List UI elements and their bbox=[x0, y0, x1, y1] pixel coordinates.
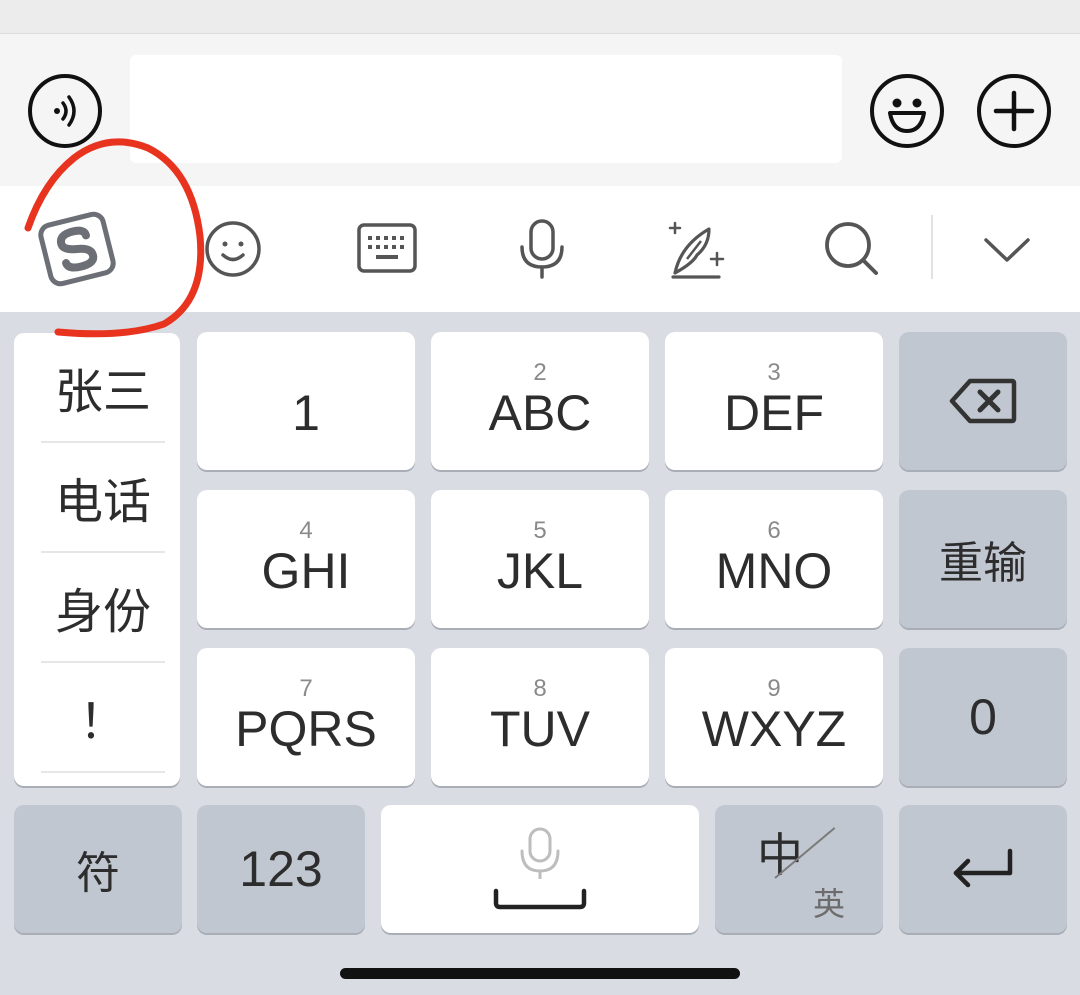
home-indicator[interactable] bbox=[340, 968, 740, 979]
numbers-key[interactable]: 123 bbox=[197, 805, 365, 933]
voice-typing-button[interactable] bbox=[492, 186, 592, 312]
key-letters: ABC bbox=[488, 385, 592, 441]
key-number: 3 bbox=[767, 359, 781, 386]
message-text-field[interactable] bbox=[130, 55, 842, 163]
collapse-keyboard-button[interactable] bbox=[957, 186, 1057, 312]
key-number: 4 bbox=[299, 517, 313, 544]
key-letters: WXYZ bbox=[701, 701, 847, 757]
key-5-jkl[interactable]: 5 JKL bbox=[431, 490, 649, 628]
space-key[interactable] bbox=[381, 805, 699, 933]
language-english-label: 英 bbox=[813, 885, 846, 923]
symbols-label: 符 bbox=[76, 848, 120, 899]
key-number: 5 bbox=[533, 517, 547, 544]
key-4-ghi[interactable]: 4 GHI bbox=[197, 490, 415, 628]
key-letters: DEF bbox=[724, 385, 824, 441]
handwriting-button[interactable] bbox=[647, 186, 747, 312]
key-letters: MNO bbox=[715, 543, 833, 599]
return-arrow-icon bbox=[953, 848, 1013, 888]
key-letters: 1 bbox=[292, 385, 320, 441]
key-number: 7 bbox=[299, 675, 313, 702]
space-mic-icon bbox=[493, 827, 587, 910]
key-letters: GHI bbox=[261, 543, 351, 599]
key-number: 8 bbox=[533, 675, 547, 702]
reinput-label: 重输 bbox=[939, 538, 1027, 589]
plus-circle-icon bbox=[993, 90, 1035, 132]
key-letters: JKL bbox=[496, 543, 584, 599]
more-options-button[interactable] bbox=[977, 74, 1051, 148]
sogou-logo-icon bbox=[38, 211, 116, 287]
handwriting-quill-icon bbox=[668, 221, 725, 279]
key-letters: TUV bbox=[490, 701, 590, 757]
candidate-item[interactable]: 身份 bbox=[41, 553, 165, 663]
emoji-button[interactable] bbox=[870, 74, 944, 148]
keyboard-icon bbox=[357, 223, 417, 273]
key-number: 2 bbox=[533, 359, 547, 386]
zero-label: 0 bbox=[969, 689, 997, 745]
symbols-key[interactable]: 符 bbox=[14, 805, 182, 933]
voice-wave-icon bbox=[54, 95, 76, 127]
candidate-item[interactable]: ！ bbox=[41, 663, 165, 773]
enter-key[interactable] bbox=[899, 805, 1067, 933]
key-letters: PQRS bbox=[235, 701, 377, 757]
microphone-icon bbox=[520, 219, 564, 279]
voice-input-button[interactable] bbox=[28, 74, 102, 148]
candidate-item[interactable]: 电话 bbox=[41, 443, 165, 553]
backspace-icon bbox=[949, 378, 1017, 424]
language-switch-key[interactable]: 中 英 bbox=[715, 805, 883, 933]
backspace-key[interactable] bbox=[899, 332, 1067, 470]
keyboard-switch-button[interactable] bbox=[337, 186, 437, 312]
emoji-icon bbox=[205, 221, 261, 277]
key-3-def[interactable]: 3 DEF bbox=[665, 332, 883, 470]
key-0[interactable]: 0 bbox=[899, 648, 1067, 786]
key-6-mno[interactable]: 6 MNO bbox=[665, 490, 883, 628]
numbers-label: 123 bbox=[239, 841, 323, 897]
top-strip bbox=[0, 0, 1080, 34]
reinput-key[interactable]: 重输 bbox=[899, 490, 1067, 628]
key-2-abc[interactable]: 2 ABC bbox=[431, 332, 649, 470]
key-1[interactable]: 1 bbox=[197, 332, 415, 470]
key-number: 6 bbox=[767, 517, 781, 544]
candidate-item[interactable]: 张三 bbox=[41, 333, 165, 443]
ime-toolbar bbox=[0, 186, 1080, 312]
smiley-face-icon bbox=[888, 98, 926, 133]
search-icon bbox=[825, 222, 878, 275]
key-number: 9 bbox=[767, 675, 781, 702]
key-9-wxyz[interactable]: 9 WXYZ bbox=[665, 648, 883, 786]
candidate-panel: 张三 电话 身份 ！ bbox=[14, 333, 180, 786]
emoji-panel-button[interactable] bbox=[183, 186, 283, 312]
search-button[interactable] bbox=[802, 186, 902, 312]
key-8-tuv[interactable]: 8 TUV bbox=[431, 648, 649, 786]
toolbar-divider bbox=[931, 215, 933, 279]
collapse-chevron-icon bbox=[984, 238, 1030, 262]
sogou-logo-button[interactable] bbox=[27, 186, 127, 312]
key-7-pqrs[interactable]: 7 PQRS bbox=[197, 648, 415, 786]
